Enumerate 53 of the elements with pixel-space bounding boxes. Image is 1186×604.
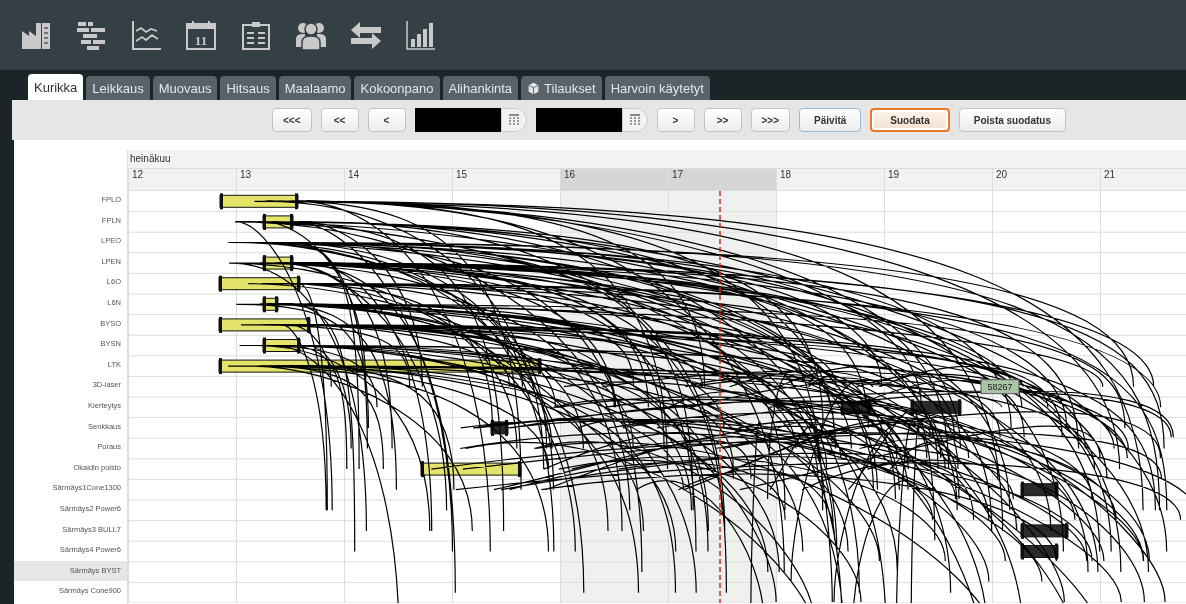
task-bar[interactable] — [262, 255, 294, 272]
task-bar[interactable] — [262, 337, 301, 354]
nav-button[interactable]: < — [367, 108, 406, 132]
day-label: 12 — [132, 169, 144, 180]
tab[interactable]: Tilaukset — [521, 76, 602, 100]
day-label: 20 — [996, 169, 1008, 180]
action-button[interactable]: Päivitä — [799, 108, 862, 132]
nav-button[interactable]: >> — [703, 108, 742, 132]
day-label: 14 — [348, 169, 360, 180]
tab[interactable]: Leikkaus — [86, 76, 150, 100]
grid-icon — [629, 114, 640, 126]
calendar-button[interactable] — [500, 108, 527, 132]
tab[interactable]: Maalaamo — [278, 76, 352, 100]
task-bar[interactable] — [1020, 543, 1059, 560]
swap-arrows-icon[interactable] — [350, 19, 382, 51]
date-field[interactable] — [535, 108, 622, 132]
task-bar[interactable] — [262, 296, 279, 313]
day-label: 19 — [888, 169, 900, 180]
tab[interactable]: Alihankinta — [442, 76, 519, 100]
cube-icon — [527, 81, 541, 95]
task-bar[interactable] — [490, 419, 509, 436]
task-bar[interactable] — [219, 193, 299, 210]
tab[interactable]: Muovaus — [152, 76, 218, 100]
nav-button[interactable]: > — [656, 108, 695, 132]
nav-button[interactable]: << — [320, 108, 359, 132]
tab[interactable]: Kurikka — [28, 74, 84, 100]
clipboard-icon[interactable] — [240, 19, 272, 51]
bricks-icon[interactable] — [75, 19, 107, 51]
tab[interactable]: Kokoonpano — [354, 76, 440, 100]
day-label: 13 — [240, 169, 252, 180]
date-field[interactable] — [414, 108, 501, 132]
nav-button[interactable]: <<< — [272, 108, 312, 132]
day-label: 17 — [672, 169, 684, 180]
line-chart-icon[interactable] — [130, 19, 162, 51]
month-label: heinäkuu — [130, 153, 171, 164]
action-button[interactable]: Poista suodatus — [958, 108, 1066, 132]
task-bar[interactable] — [262, 213, 294, 230]
task-bar[interactable] — [840, 399, 872, 416]
filter-button[interactable]: Suodata — [870, 108, 950, 132]
day-label: 18 — [780, 169, 792, 180]
day-label: 16 — [564, 169, 576, 180]
day-label: 15 — [456, 169, 468, 180]
calendar-button[interactable] — [621, 108, 648, 132]
task-bar[interactable]: 58267 — [980, 379, 1020, 395]
task-bar[interactable] — [910, 399, 962, 416]
tab[interactable]: Hitsaus — [220, 76, 276, 100]
task-bar[interactable] — [1020, 522, 1069, 539]
bar-chart-icon[interactable] — [405, 19, 437, 51]
task-bar[interactable] — [1020, 481, 1059, 498]
tab[interactable]: Harvoin käytetyt — [604, 76, 710, 100]
grid-icon — [508, 114, 519, 126]
nav-button[interactable]: >>> — [750, 108, 791, 132]
day-label: 21 — [1104, 169, 1116, 180]
